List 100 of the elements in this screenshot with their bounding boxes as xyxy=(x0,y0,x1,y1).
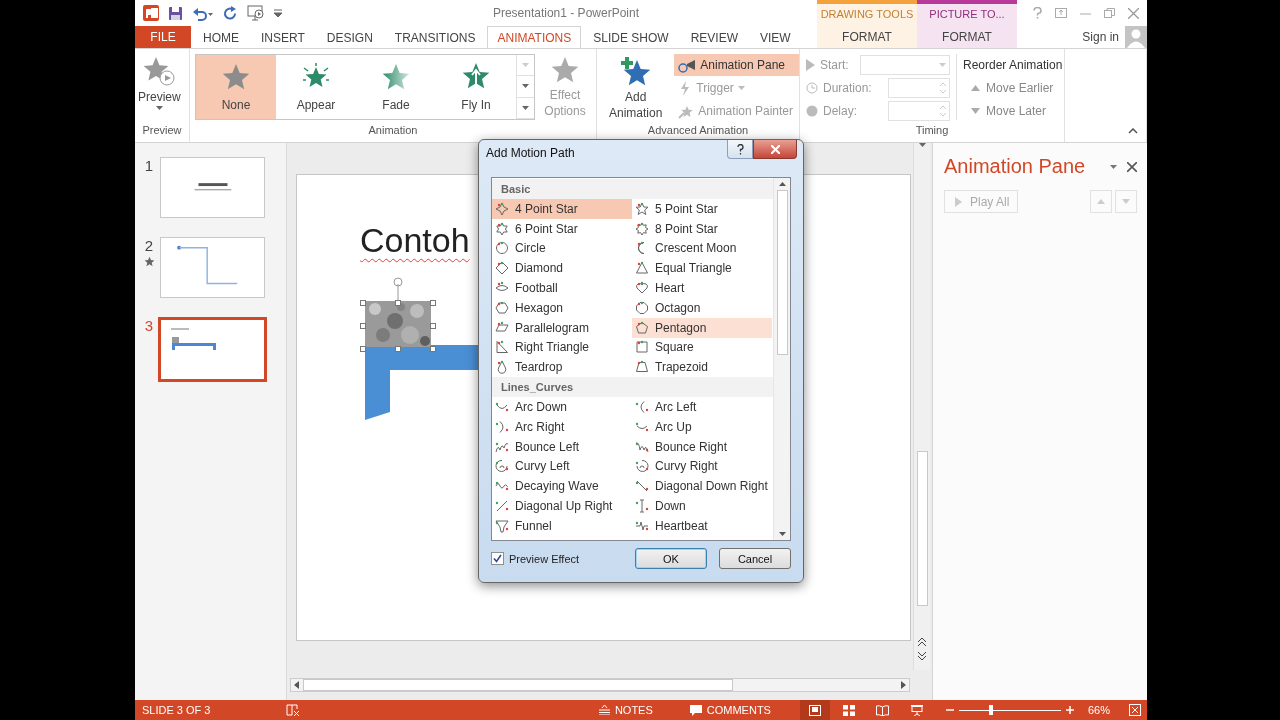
help-icon[interactable] xyxy=(1033,7,1042,19)
restore-icon[interactable] xyxy=(1104,8,1115,18)
scroll-thumb[interactable] xyxy=(916,451,928,606)
zoom-in-icon[interactable] xyxy=(1065,706,1074,714)
slide-thumbnail[interactable] xyxy=(160,237,265,298)
up-triangle-icon[interactable] xyxy=(778,182,786,186)
heart-icon xyxy=(635,281,649,296)
collapse-ribbon-icon[interactable] xyxy=(1128,128,1138,134)
motion-path-option[interactable]: Trapezoid xyxy=(632,357,772,378)
scroll-thumb[interactable] xyxy=(776,190,788,355)
customize-caret-icon[interactable] xyxy=(274,9,282,17)
spelling-icon[interactable] xyxy=(286,704,301,716)
close-icon[interactable] xyxy=(1127,161,1137,172)
motion-path-option[interactable]: Arc Down xyxy=(492,397,632,417)
motion-path-option[interactable]: Heartbeat xyxy=(632,515,772,536)
motion-path-option[interactable]: Pentagon xyxy=(632,317,772,338)
motion-path-option[interactable]: Bounce Left xyxy=(492,436,632,457)
motion-path-option[interactable]: 8 Point Star xyxy=(632,218,772,239)
slide-thumbnail[interactable] xyxy=(160,157,265,218)
motion-path-option[interactable]: Octagon xyxy=(632,298,772,318)
motion-path-option[interactable]: Square xyxy=(632,337,772,358)
motion-path-option[interactable]: Diamond xyxy=(492,258,632,279)
arc-icon xyxy=(635,400,649,415)
motion-path-option[interactable]: Bounce Right xyxy=(632,436,772,457)
spinner-field[interactable] xyxy=(888,78,950,98)
fit-to-window-icon[interactable] xyxy=(1129,704,1141,716)
notes-button[interactable]: NOTES xyxy=(598,704,653,716)
preview-button[interactable]: Preview xyxy=(135,54,184,112)
spinner-arrows-icon xyxy=(940,105,946,117)
motion-path-option[interactable]: Football xyxy=(492,278,632,298)
ribbon-tab[interactable]: FORMAT xyxy=(917,26,1017,48)
motion-path-option[interactable]: Down xyxy=(632,496,772,516)
motion-path-option[interactable]: Curvy Right xyxy=(632,456,772,477)
animation-command[interactable]: Animation Pane xyxy=(674,54,799,76)
slide-title: Contoh xyxy=(360,221,470,260)
animation-option[interactable]: Fly In xyxy=(436,55,516,119)
eight-point-star-icon xyxy=(635,221,649,236)
motion-path-option[interactable]: Curvy Left xyxy=(492,456,632,477)
motion-path-option[interactable]: Hexagon xyxy=(492,298,632,318)
down-triangle-icon[interactable] xyxy=(778,532,786,536)
ribbon-display-icon[interactable] xyxy=(1055,8,1067,18)
faded-star-icon xyxy=(381,62,411,92)
spinner-field[interactable] xyxy=(888,101,950,121)
motion-path-option[interactable]: Decaying Wave xyxy=(492,476,632,497)
motion-path-option[interactable]: 6 Point Star xyxy=(492,218,632,239)
field-label: Delay: xyxy=(823,104,857,118)
parallelogram-icon xyxy=(495,320,509,335)
motion-path-option[interactable]: Crescent Moon xyxy=(632,238,772,259)
sign-in-link[interactable]: Sign in xyxy=(1082,30,1119,44)
slide-thumbnail[interactable] xyxy=(158,317,267,382)
undo-icon[interactable] xyxy=(192,5,214,21)
animation-option[interactable]: Fade xyxy=(356,55,436,119)
motion-path-option[interactable]: Right Triangle xyxy=(492,337,632,358)
checkbox-label: Preview Effect xyxy=(509,552,580,565)
next-slide-icon[interactable] xyxy=(918,652,926,660)
motion-path-option[interactable]: Diagonal Up Right xyxy=(492,496,632,516)
start-dropdown[interactable] xyxy=(860,55,950,75)
motion-path-option[interactable]: 4 Point Star xyxy=(492,199,632,219)
save-icon[interactable] xyxy=(168,5,183,21)
zoom-out-icon[interactable] xyxy=(945,706,954,714)
animation-option[interactable]: None xyxy=(196,55,276,119)
ribbon-tab[interactable]: ANIMATIONS xyxy=(487,26,582,48)
motion-path-option[interactable]: Funnel xyxy=(492,515,632,536)
close-icon xyxy=(770,144,780,154)
motion-path-option[interactable]: Arc Up xyxy=(632,416,772,437)
preview-effect-checkbox[interactable]: Preview Effect xyxy=(491,552,580,565)
add-animation-button[interactable]: Add Animation xyxy=(601,54,671,123)
motion-path-option[interactable]: Teardrop xyxy=(492,357,632,378)
file-tab[interactable]: FILE xyxy=(135,26,191,48)
comments-button[interactable]: COMMENTS xyxy=(689,704,771,716)
motion-path-option[interactable]: Arc Left xyxy=(632,397,772,417)
view-button[interactable] xyxy=(799,700,830,720)
motion-path-option[interactable]: Parallelogram xyxy=(492,317,632,338)
slide-counter: SLIDE 3 OF 3 xyxy=(142,704,211,716)
motion-path-option[interactable]: Diagonal Down Right xyxy=(632,476,772,497)
redo-icon[interactable] xyxy=(223,5,238,21)
square-icon xyxy=(635,340,649,355)
book-icon xyxy=(876,704,890,716)
checkbox[interactable] xyxy=(491,552,504,565)
cancel-button[interactable]: Cancel xyxy=(719,548,791,569)
motion-path-option[interactable]: 5 Point Star xyxy=(632,199,772,219)
close-button[interactable] xyxy=(753,140,797,159)
motion-path-option[interactable]: Heart xyxy=(632,278,772,298)
animation-option[interactable]: Appear xyxy=(276,55,356,119)
motion-path-option[interactable]: Circle xyxy=(492,238,632,259)
scroll-thumb[interactable] xyxy=(303,679,733,691)
five-point-star-icon xyxy=(635,201,649,216)
motion-path-option[interactable]: Arc Right xyxy=(492,416,632,437)
down-triangle-icon xyxy=(1122,199,1130,204)
zoom-slider-thumb[interactable] xyxy=(988,705,993,715)
up-triangle-icon xyxy=(1097,199,1105,204)
presenter-icon[interactable] xyxy=(247,5,265,21)
previous-slide-icon[interactable] xyxy=(918,638,926,646)
caret-icon xyxy=(737,86,745,90)
zoom-level: 66% xyxy=(1087,704,1110,716)
ribbon-tab[interactable]: FORMAT xyxy=(817,26,917,48)
motion-path-option[interactable]: Equal Triangle xyxy=(632,258,772,279)
pentagon-icon xyxy=(635,320,649,335)
ok-button[interactable]: OK xyxy=(635,548,707,569)
help-button[interactable] xyxy=(727,140,753,159)
